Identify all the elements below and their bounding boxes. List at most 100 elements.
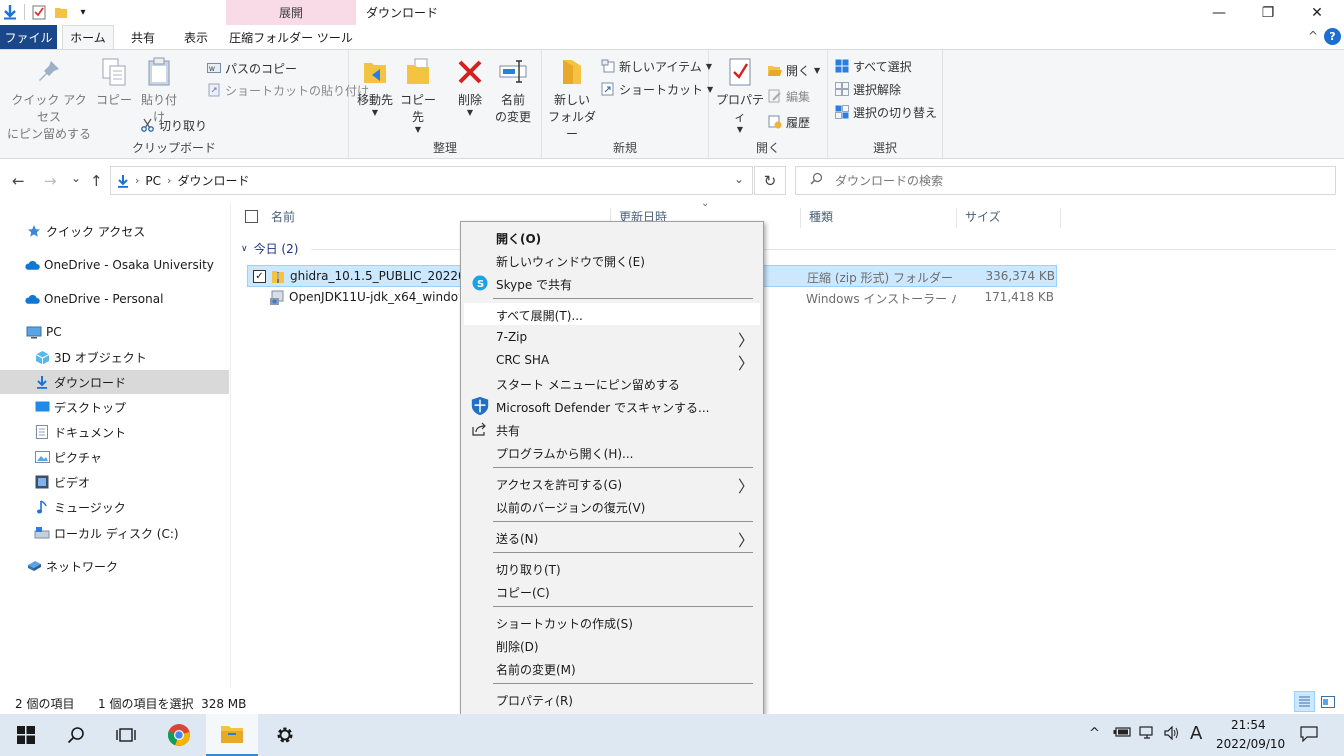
- nav-item-network[interactable]: ネットワーク: [0, 554, 229, 578]
- new-item-button[interactable]: 新しいアイテム ▼: [600, 56, 712, 76]
- menu-item-create-shortcut[interactable]: ショートカットの作成(S): [464, 611, 760, 633]
- cut-button[interactable]: 切り取り: [140, 115, 207, 135]
- customize-qat-icon[interactable]: ▾: [75, 3, 91, 21]
- shortcut-button[interactable]: ショートカット ▼: [600, 79, 713, 99]
- invert-selection-button[interactable]: 選択の切り替え: [834, 102, 937, 122]
- nav-item-quick-access[interactable]: クイック アクセス: [0, 219, 229, 243]
- settings-taskbar-button[interactable]: [259, 714, 311, 756]
- history-icon: [767, 115, 782, 130]
- menu-item-restore-versions[interactable]: 以前のバージョンの復元(V): [464, 495, 760, 517]
- delete-button[interactable]: 削除 ▼: [453, 56, 487, 117]
- ribbon-collapse-icon[interactable]: ^: [1308, 29, 1318, 43]
- move-to-button[interactable]: 移動先 ▼: [355, 56, 395, 117]
- breadcrumb-downloads[interactable]: ダウンロード: [177, 172, 249, 189]
- menu-item-give-access[interactable]: アクセスを許可する(G) 〉: [464, 472, 760, 496]
- edit-button[interactable]: 編集: [767, 86, 810, 106]
- select-none-button[interactable]: 選択解除: [834, 79, 901, 99]
- search-taskbar-button[interactable]: [50, 714, 102, 756]
- close-button[interactable]: ✕: [1294, 0, 1340, 25]
- chrome-taskbar-button[interactable]: [153, 714, 205, 756]
- clock-date[interactable]: 2022/09/10: [1216, 737, 1285, 751]
- volume-icon[interactable]: [1164, 725, 1180, 744]
- new-folder-button[interactable]: 新しい フォルダー: [548, 56, 596, 143]
- menu-item-7zip[interactable]: 7-Zip 〉: [464, 326, 760, 350]
- minimize-button[interactable]: —: [1196, 0, 1242, 25]
- nav-item-videos[interactable]: ビデオ: [0, 470, 229, 494]
- nav-item-downloads[interactable]: ダウンロード: [0, 370, 229, 394]
- network-tray-icon[interactable]: [1139, 726, 1155, 744]
- forward-button[interactable]: →: [44, 172, 57, 190]
- back-button[interactable]: ←: [12, 172, 25, 190]
- details-view-button[interactable]: [1294, 691, 1315, 712]
- up-button[interactable]: ↑: [90, 172, 103, 190]
- nav-item-pc[interactable]: PC: [0, 320, 229, 344]
- menu-item-rename[interactable]: 名前の変更(M): [464, 657, 760, 679]
- address-dropdown-icon[interactable]: ⌄: [734, 172, 744, 186]
- help-icon[interactable]: ?: [1324, 28, 1341, 45]
- nav-item-local-disk[interactable]: ローカル ディスク (C:): [0, 521, 229, 545]
- menu-item-open[interactable]: 開く(O): [464, 226, 760, 248]
- menu-item-delete[interactable]: 削除(D): [464, 634, 760, 656]
- tab-share[interactable]: 共有: [118, 25, 168, 49]
- nav-item-onedrive-osaka[interactable]: OneDrive - Osaka University: [0, 253, 229, 277]
- menu-item-copy[interactable]: コピー(C): [464, 580, 760, 602]
- group-header-today[interactable]: ∨ 今日 (2): [241, 240, 298, 257]
- refresh-button[interactable]: ↻: [754, 166, 786, 195]
- pin-label-line1: クイック アクセス: [11, 93, 87, 124]
- notification-icon[interactable]: [1300, 726, 1318, 746]
- rename-button[interactable]: 名前 の変更: [493, 56, 533, 126]
- restore-button[interactable]: ❐: [1245, 0, 1291, 25]
- column-header-size[interactable]: サイズ: [957, 208, 1061, 228]
- large-icons-view-button[interactable]: [1317, 691, 1338, 712]
- clock-time[interactable]: 21:54: [1231, 718, 1266, 732]
- address-bar[interactable]: › PC › ダウンロード ⌄: [110, 166, 753, 195]
- nav-item-documents[interactable]: ドキュメント: [0, 420, 229, 444]
- breadcrumb-pc[interactable]: PC: [145, 174, 161, 188]
- tab-view[interactable]: 表示: [172, 25, 220, 49]
- nav-item-music[interactable]: ミュージック: [0, 495, 229, 519]
- menu-item-properties[interactable]: プロパティ(R): [464, 688, 760, 710]
- show-hidden-icons-button[interactable]: ^: [1089, 726, 1100, 741]
- properties-qat-icon[interactable]: [31, 3, 47, 21]
- nav-item-3d-objects[interactable]: 3D オブジェクト: [0, 345, 229, 369]
- properties-button[interactable]: プロパティ ▼: [713, 56, 767, 134]
- nav-item-onedrive-personal[interactable]: OneDrive - Personal: [0, 287, 229, 311]
- paste-shortcut-button[interactable]: ショートカットの貼り付け: [206, 80, 369, 100]
- pin-quick-access-button[interactable]: クイック アクセス にピン留めする: [6, 56, 92, 143]
- nav-item-pictures[interactable]: ピクチャ: [0, 445, 229, 469]
- menu-item-defender-scan[interactable]: Microsoft Defender でスキャンする...: [464, 395, 760, 417]
- menu-item-skype-share[interactable]: S Skype で共有: [464, 272, 760, 294]
- menu-item-pin-start[interactable]: スタート メニューにピン留めする: [464, 372, 760, 394]
- battery-icon[interactable]: [1113, 726, 1131, 742]
- search-input[interactable]: [835, 173, 1315, 188]
- start-button[interactable]: [0, 714, 52, 756]
- menu-separator: [493, 298, 753, 299]
- file-explorer-taskbar-button[interactable]: [206, 714, 258, 756]
- menu-item-crc-sha[interactable]: CRC SHA 〉: [464, 349, 760, 373]
- nav-item-desktop[interactable]: デスクトップ: [0, 395, 229, 419]
- tab-home[interactable]: ホーム: [62, 25, 114, 49]
- menu-item-open-with[interactable]: プログラムから開く(H)...: [464, 441, 760, 463]
- tab-file[interactable]: ファイル: [0, 25, 57, 49]
- tab-compressed-folder-tools[interactable]: 圧縮フォルダー ツール: [226, 25, 356, 49]
- copy-path-button[interactable]: W パスのコピー: [206, 58, 297, 78]
- recent-locations-button[interactable]: ⌄: [71, 171, 81, 185]
- ime-indicator[interactable]: A: [1190, 723, 1202, 744]
- column-header-type[interactable]: 種類: [801, 208, 957, 228]
- copy-to-button[interactable]: コピー先 ▼: [397, 56, 439, 134]
- history-button[interactable]: 履歴: [767, 112, 810, 132]
- search-box[interactable]: [795, 166, 1336, 195]
- new-folder-qat-icon[interactable]: [53, 3, 69, 21]
- menu-item-send-to[interactable]: 送る(N) 〉: [464, 526, 760, 550]
- task-view-button[interactable]: [100, 714, 152, 756]
- menu-item-extract-all[interactable]: すべて展開(T)...: [464, 303, 760, 325]
- row-checkbox[interactable]: ✓: [253, 270, 266, 283]
- copy-button[interactable]: コピー: [96, 56, 132, 109]
- copy-to-label: コピー先: [399, 93, 436, 124]
- open-button[interactable]: 開く ▼: [767, 60, 820, 80]
- menu-item-open-new-window[interactable]: 新しいウィンドウで開く(E): [464, 249, 760, 271]
- select-all-button[interactable]: すべて選択: [834, 56, 912, 76]
- menu-item-share[interactable]: 共有: [464, 418, 760, 440]
- select-all-checkbox[interactable]: [245, 210, 258, 223]
- menu-item-cut[interactable]: 切り取り(T): [464, 557, 760, 579]
